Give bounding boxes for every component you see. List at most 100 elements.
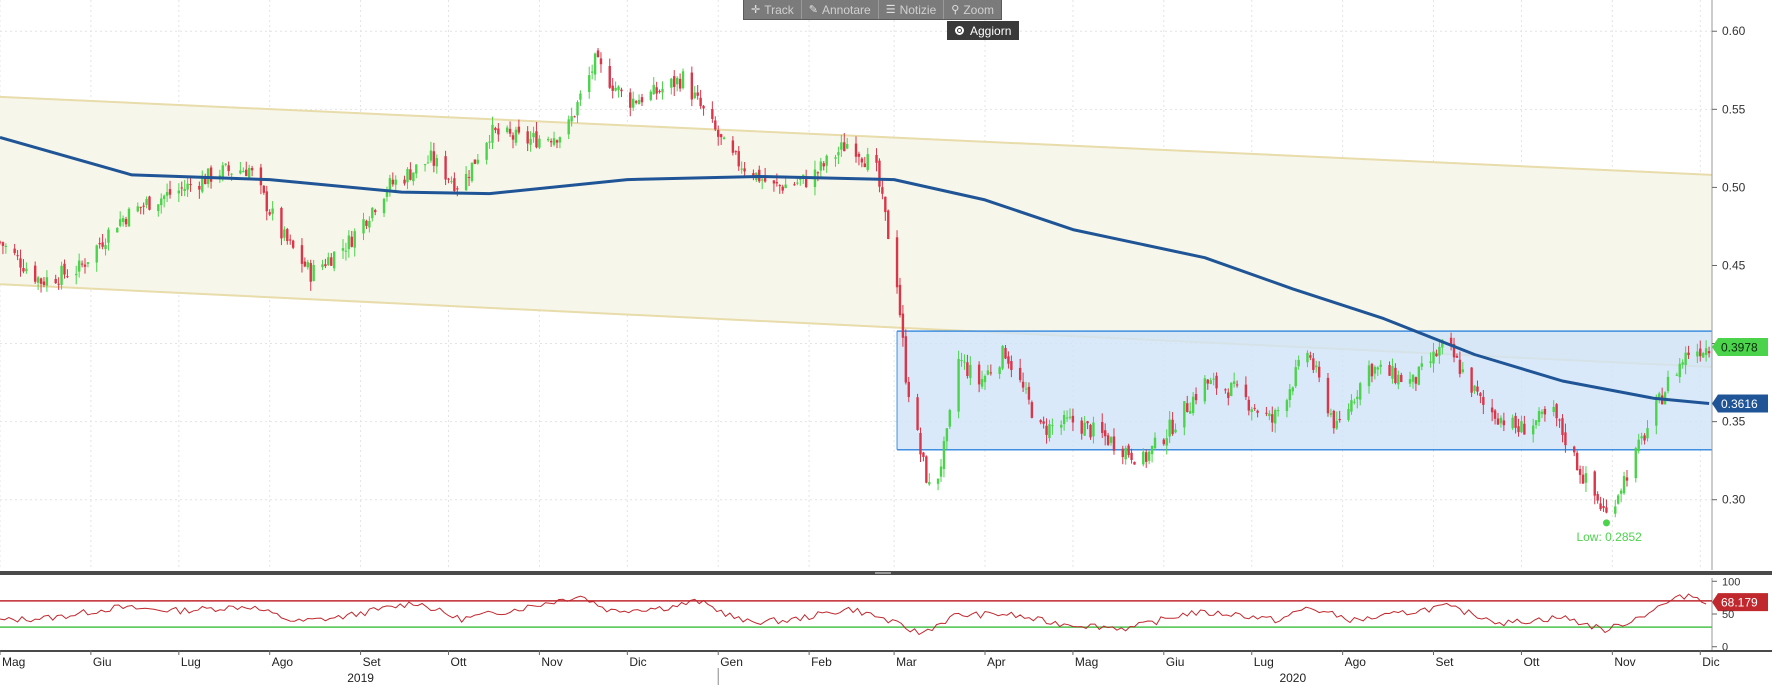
candle-body <box>1007 356 1010 364</box>
candle-body <box>1455 355 1459 358</box>
zoom-button[interactable]: ⚲ Zoom <box>944 0 1001 19</box>
candle-body <box>1534 420 1538 426</box>
candle-body <box>168 189 172 195</box>
candle-body <box>1194 393 1198 401</box>
candle-body <box>453 178 456 192</box>
candle-body <box>160 198 163 206</box>
month-label: Ago <box>1345 655 1367 669</box>
month-label: Apr <box>987 655 1006 669</box>
candle-body <box>1552 406 1555 413</box>
candle-body <box>221 165 224 178</box>
rsi-value-tag-label: 68.179 <box>1721 596 1758 610</box>
refresh-label: Aggiorn <box>970 23 1012 38</box>
candle-body <box>83 264 87 267</box>
candle-body <box>670 78 673 88</box>
candle-body <box>286 229 289 241</box>
candle-body <box>986 370 990 375</box>
price-tick-label: 0.55 <box>1722 102 1746 116</box>
annotate-button[interactable]: ✎ Annotare <box>802 0 879 19</box>
candle-body <box>834 157 837 159</box>
candle-body <box>1561 418 1564 436</box>
candle-body <box>1420 363 1423 367</box>
candle-body <box>948 410 952 427</box>
candle-body <box>1274 410 1277 424</box>
candle-body <box>1593 471 1596 496</box>
candle-body <box>162 195 166 199</box>
candle-body <box>330 257 333 266</box>
candle-body <box>922 452 925 457</box>
candle-body <box>1103 430 1107 437</box>
candle-body <box>1133 461 1136 465</box>
candle-body <box>291 240 295 248</box>
candle-body <box>1051 425 1054 427</box>
candle-body <box>538 138 541 148</box>
price-chart[interactable]: Low: 0.2852 0.300.350.400.450.500.550.60… <box>0 0 1772 685</box>
candle-body <box>878 160 881 187</box>
candle-body <box>45 277 49 286</box>
candle-body <box>702 105 705 109</box>
candle-body <box>1625 477 1629 481</box>
candle-body <box>406 169 409 183</box>
candle-body <box>637 99 641 105</box>
candle-body <box>189 184 192 186</box>
candle-body <box>473 159 477 164</box>
candle-body <box>535 131 538 148</box>
candle-body <box>1256 410 1259 413</box>
candle-body <box>1707 351 1711 354</box>
candle-body <box>95 245 98 263</box>
candle-body <box>139 206 142 208</box>
price-tick-label: 0.30 <box>1722 493 1746 507</box>
candle-body <box>895 237 899 288</box>
candle-body <box>690 72 694 100</box>
candle-body <box>280 207 283 239</box>
candle-body <box>1315 365 1318 368</box>
candle-body <box>13 248 16 254</box>
candle-body <box>1543 408 1547 415</box>
news-button[interactable]: ☰ Notizie <box>879 0 945 19</box>
candle-body <box>632 98 635 108</box>
candle-body <box>127 208 131 227</box>
candle-body <box>230 173 233 175</box>
candle-body <box>857 153 861 157</box>
candle-body <box>1482 396 1485 405</box>
low-marker-dot <box>1602 519 1610 527</box>
candle-body <box>1646 428 1649 439</box>
candle-body <box>1086 421 1089 424</box>
candle-body <box>324 264 327 267</box>
candle-body <box>760 179 764 181</box>
pane-separator[interactable] <box>0 571 1772 575</box>
candle-body <box>1619 490 1623 494</box>
candle-body <box>271 208 274 214</box>
candle-body <box>362 219 365 234</box>
month-label: Feb <box>811 655 832 669</box>
candle-body <box>1687 352 1690 356</box>
candle-body <box>928 482 931 485</box>
candle-body <box>1150 445 1154 455</box>
candle-body <box>332 251 336 269</box>
candle-body <box>1696 351 1699 357</box>
year-label: 2020 <box>1279 671 1306 685</box>
candle-body <box>1429 361 1432 363</box>
candle-body <box>517 126 521 133</box>
candle-body <box>227 165 230 172</box>
candle-body <box>1356 396 1359 400</box>
crosshair-icon: ✛ <box>751 4 761 16</box>
candle-body <box>1253 407 1256 409</box>
news-icon: ☰ <box>885 4 896 16</box>
candle-body <box>391 179 395 185</box>
candle-body <box>1531 425 1535 435</box>
track-button[interactable]: ✛ Track <box>744 0 802 19</box>
candle-body <box>1461 369 1465 373</box>
candle-body <box>39 278 43 284</box>
candle-body <box>1206 379 1209 384</box>
zoom-label: Zoom <box>963 2 995 17</box>
magnifier-icon: ⚲ <box>951 4 960 16</box>
candle-body <box>1408 379 1412 384</box>
candle-body <box>579 93 582 100</box>
candle-body <box>743 168 746 172</box>
candle-body <box>590 71 594 73</box>
candle-body <box>86 262 90 264</box>
refresh-button[interactable]: Aggiorn <box>947 21 1020 40</box>
candle-body <box>1602 505 1605 509</box>
candle-body <box>494 127 497 131</box>
